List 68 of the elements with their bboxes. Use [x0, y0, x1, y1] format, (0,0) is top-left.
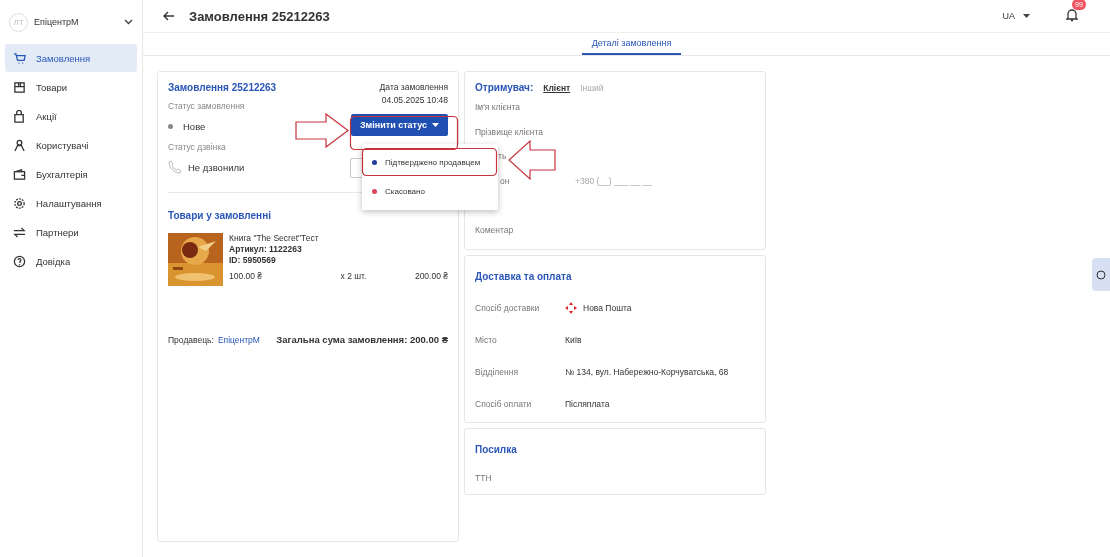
field-label: Ім'я клієнта: [475, 102, 520, 113]
status-label: Статус замовлення: [168, 101, 245, 111]
arrow-annotation-drawing: [508, 140, 556, 180]
help-icon: [13, 254, 26, 268]
sidebar-item[interactable]: Замовлення: [5, 44, 137, 72]
bag-icon: [13, 109, 26, 123]
order-total: Загальна сума замовлення: 200.00 ₴: [276, 334, 448, 345]
parcel-title: Посилка: [475, 444, 517, 455]
sidebar-item[interactable]: Товари: [5, 73, 137, 101]
delivery-value: Післяплата: [565, 399, 610, 409]
field-label: он: [500, 175, 511, 186]
product-total: 200.00 ₴: [414, 271, 448, 281]
delivery-label: Місто: [475, 335, 498, 345]
product-sku: Артикул: 1122263: [229, 244, 302, 254]
field-label: Прізвище клієнта: [475, 126, 544, 137]
language-select[interactable]: UA: [1002, 11, 1030, 22]
delivery-value: Нова Пошта: [583, 303, 632, 313]
status-menu-item[interactable]: Підтверджено продавцем: [362, 148, 498, 177]
back-arrow-icon[interactable]: [163, 11, 175, 22]
order-title: Замовлення 25212263: [168, 82, 277, 93]
call-status-value: Не дзвонили: [188, 161, 245, 173]
caret-icon: [1023, 14, 1030, 19]
wallet-icon: [13, 167, 26, 181]
box-icon: [13, 80, 26, 94]
items-title: Товари у замовленні: [168, 210, 271, 221]
recipient-option[interactable]: Клієнт: [543, 82, 571, 93]
status-value: Нове: [183, 121, 206, 132]
sidebar-item[interactable]: Користувачі: [5, 131, 137, 159]
seller-link[interactable]: ЕпіцентрМ: [217, 334, 260, 345]
product-price: 100.00 ₴: [229, 271, 263, 281]
settings-icon: [13, 196, 26, 210]
caret-icon: [432, 123, 439, 127]
status-menu-item[interactable]: Скасовано: [362, 177, 498, 206]
sidebar-item[interactable]: Партнери: [5, 218, 137, 246]
field-label: ть: [498, 151, 507, 162]
chat-icon: [1096, 269, 1106, 280]
phone-icon: [168, 160, 182, 174]
user-icon: [13, 138, 26, 152]
delivery-title: Доставка та оплата: [475, 271, 572, 282]
sidebar-item[interactable]: Налаштування: [5, 189, 137, 217]
delivery-value: Київ: [565, 335, 582, 345]
parcel-label: ТТН: [475, 473, 492, 483]
product-name: Книга "The Secret"Тест: [229, 233, 319, 243]
delivery-label: Відділення: [475, 367, 520, 377]
chevron-down-icon[interactable]: [124, 19, 133, 25]
product-id: ID: 5950569: [229, 255, 276, 265]
account-name: ЕпіцентрМ: [34, 17, 80, 27]
delivery-value: № 134, вул. Набережно-Корчуватська, 68: [565, 367, 729, 377]
sidebar-item[interactable]: Бухгалтерія: [5, 160, 137, 188]
recipient-title: Отримувач:: [475, 82, 534, 93]
delivery-label: Спосіб доставки: [475, 303, 541, 313]
order-date: 04.05.2025 10:48: [381, 95, 448, 105]
cart-icon: [13, 51, 26, 65]
delivery-label: Спосіб оплати: [475, 399, 533, 409]
sidebar-item[interactable]: Довідка: [5, 247, 137, 275]
field-label: Коментар: [475, 224, 514, 235]
status-dot-icon: [168, 124, 173, 129]
bell-icon[interactable]: [1066, 8, 1078, 23]
page-title: Замовлення 25212263: [189, 8, 331, 24]
product-quantity: x 2 шт.: [340, 271, 367, 281]
sidebar-item[interactable]: Акції: [5, 102, 137, 130]
delivery-logo-icon: [565, 302, 577, 314]
call-status-label: Статус дзвінка: [168, 142, 226, 152]
swap-icon: [13, 225, 26, 239]
date-label: Дата замовлення: [379, 82, 448, 92]
arrow-annotation-drawing: [295, 113, 350, 148]
seller-label: Продавець:: [168, 334, 214, 345]
tab[interactable]: Деталі замовлення: [581, 33, 682, 55]
